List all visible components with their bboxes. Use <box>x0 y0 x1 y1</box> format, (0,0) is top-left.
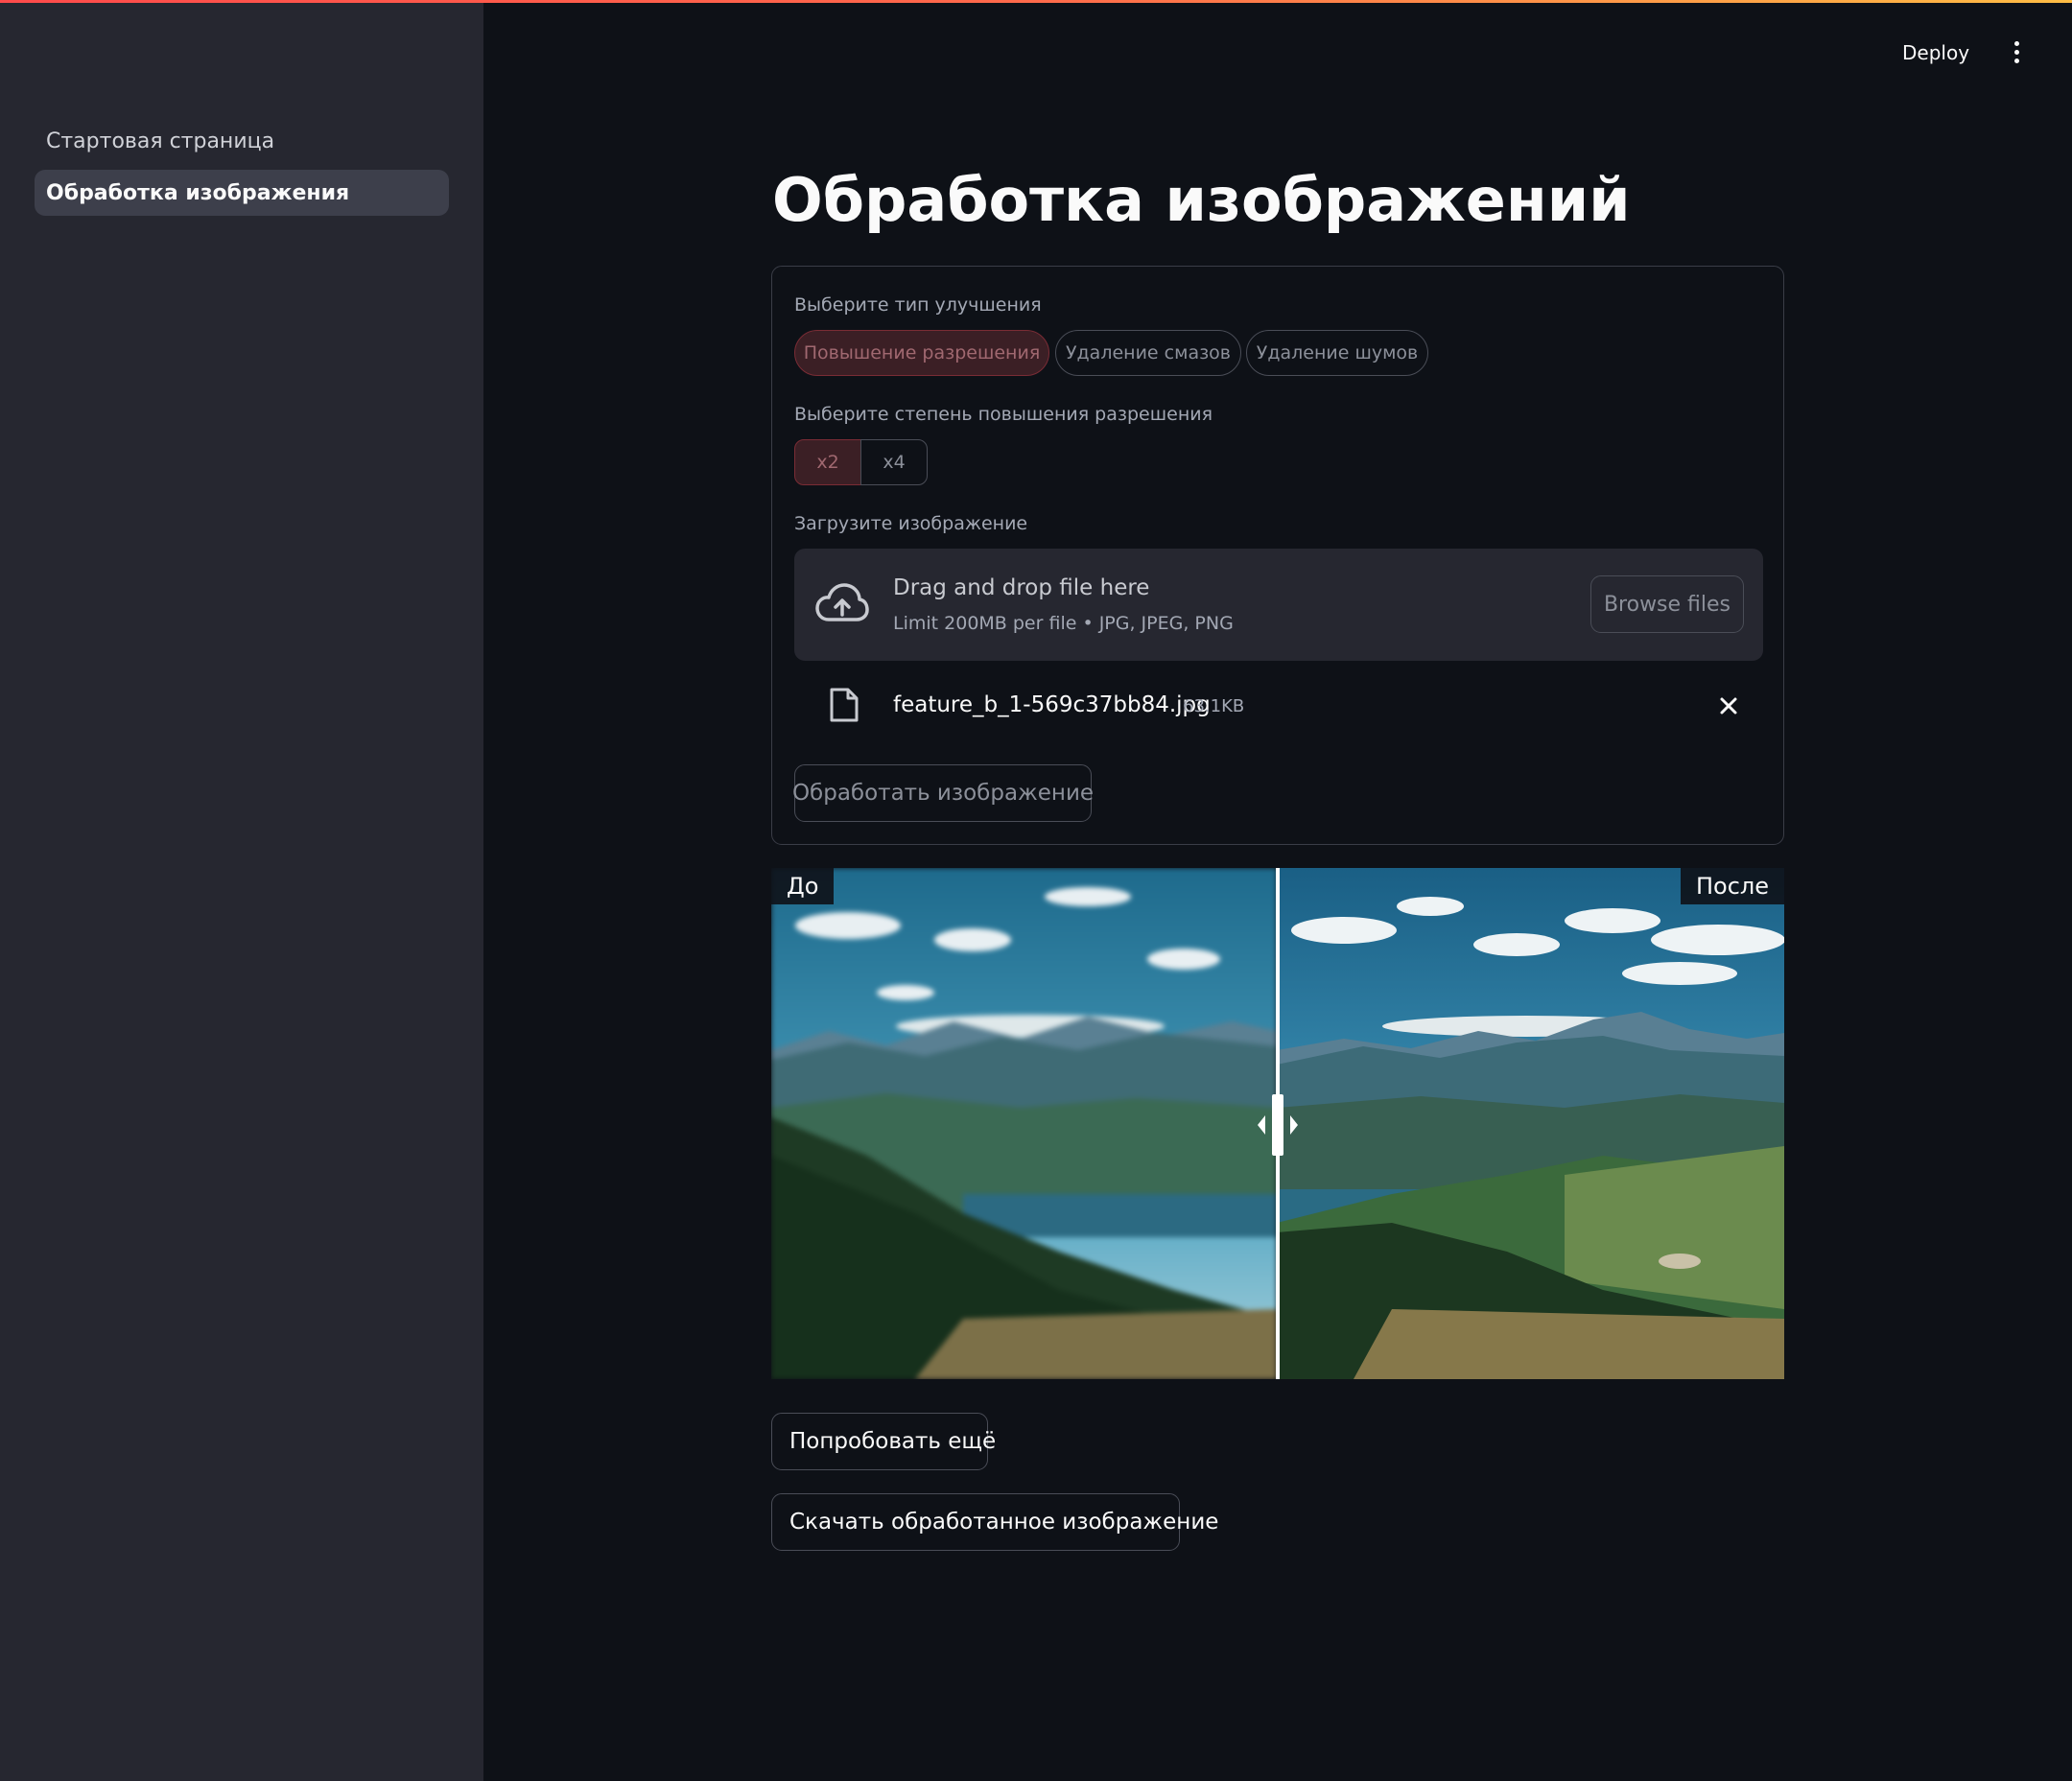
enhancement-type-label: Выберите тип улучшения <box>794 294 1042 316</box>
image-comparison-slider[interactable]: До После <box>771 868 1784 1379</box>
upload-label: Загрузите изображение <box>794 513 1028 534</box>
file-size: 63.1KB <box>1183 696 1245 716</box>
sidebar: Стартовая страница Обработка изображения <box>0 0 483 1781</box>
sidebar-item-start-page[interactable]: Стартовая страница <box>35 118 449 164</box>
file-dropzone[interactable]: Drag and drop file here Limit 200MB per … <box>794 549 1763 661</box>
pill-deblur[interactable]: Удаление смазов <box>1055 330 1241 376</box>
after-image <box>1277 868 1784 1379</box>
page-title: Обработка изображений <box>772 165 1631 235</box>
close-icon[interactable] <box>1715 692 1742 719</box>
processing-form: Выберите тип улучшения Повышение разреше… <box>771 266 1784 845</box>
top-accent-bar <box>0 0 2072 3</box>
uploaded-file-row: feature_b_1-569c37bb84.jpg 63.1KB <box>794 673 1763 738</box>
file-name: feature_b_1-569c37bb84.jpg <box>893 692 1211 717</box>
scale-option-x2[interactable]: x2 <box>794 439 861 485</box>
dropzone-limit: Limit 200MB per file • JPG, JPEG, PNG <box>893 613 1234 634</box>
download-button[interactable]: Скачать обработанное изображение <box>771 1493 1218 1551</box>
file-icon <box>830 688 859 722</box>
after-label: После <box>1680 868 1784 904</box>
sidebar-item-image-processing[interactable]: Обработка изображения <box>35 170 449 216</box>
cloud-upload-icon <box>815 583 869 621</box>
process-image-button[interactable]: Обработать изображение <box>792 764 1094 822</box>
more-vertical-icon[interactable] <box>2005 35 2028 68</box>
try-again-button[interactable]: Попробовать ещё <box>771 1413 996 1470</box>
dropzone-title: Drag and drop file here <box>893 575 1150 600</box>
before-label: До <box>771 868 835 904</box>
before-image <box>771 868 1277 1379</box>
slider-handle-icon[interactable] <box>1240 1094 1315 1156</box>
pill-denoise[interactable]: Удаление шумов <box>1246 330 1428 376</box>
scale-option-x4[interactable]: x4 <box>860 439 928 485</box>
sidebar-item-label: Обработка изображения <box>46 180 350 205</box>
pill-super-resolution[interactable]: Повышение разрешения <box>794 330 1049 376</box>
scale-label: Выберите степень повышения разрешения <box>794 404 1213 425</box>
browse-files-button[interactable]: Browse files <box>1590 575 1744 633</box>
sidebar-item-label: Стартовая страница <box>46 129 275 153</box>
deploy-button[interactable]: Deploy <box>1902 36 1969 69</box>
